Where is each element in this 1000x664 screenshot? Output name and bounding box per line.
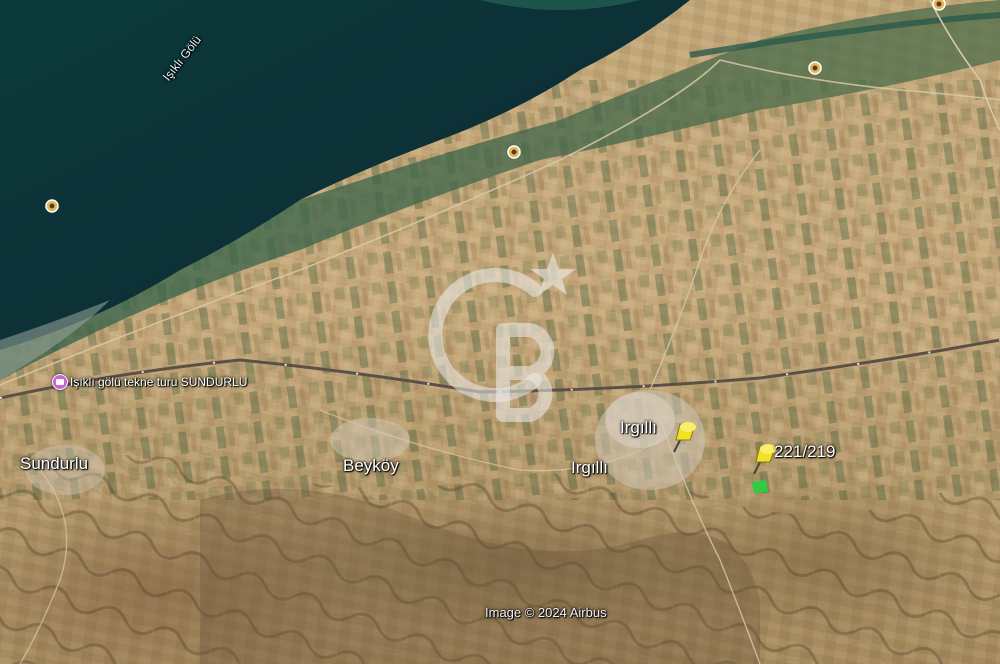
pushpins [673,422,776,475]
camera-pin-icon[interactable] [52,374,68,390]
pushpin-icon[interactable] [753,444,776,475]
town-label-sundurlu: Sundurlu [20,454,89,473]
town-label-irgilli: Irgıllı [620,418,657,437]
town-label-beykoy: Beyköy [343,456,399,475]
parcel-label: 221/219 [774,442,836,461]
imagery-attribution: Image © 2024 Airbus [485,605,607,620]
pushpin-icon[interactable] [673,422,696,453]
poi-label[interactable]: Işıklı gölü tekne turu SUNDURLU [70,375,247,389]
satellite-map[interactable]: Işıklı Gölü Işıklı gölü tekne turu SUNDU… [0,0,1000,664]
town-label-irgilli-alt: Irgıllı [571,458,608,477]
